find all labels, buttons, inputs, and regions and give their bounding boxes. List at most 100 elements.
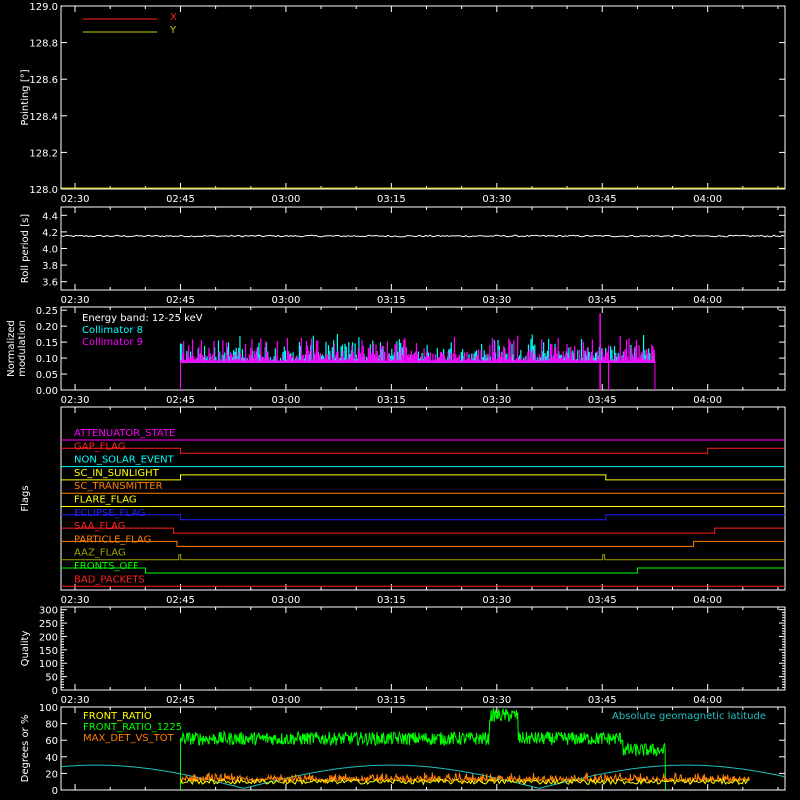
time-tick-label: 02:45	[166, 695, 195, 706]
time-tick-label: 02:45	[166, 295, 195, 306]
time-tick-label: 02:30	[61, 395, 90, 406]
flag-line-aaz_flag	[61, 554, 785, 561]
time-tick-label: 03:00	[272, 595, 301, 606]
legend-label-collimator: Collimator 8	[82, 325, 143, 336]
y-tick-label: 3.6	[42, 278, 58, 289]
time-tick-label: 03:00	[272, 194, 301, 205]
flag-label: FRONTS_OFF	[74, 561, 139, 572]
flag-label: SC_TRANSMITTER	[74, 481, 163, 492]
flag-label: FLARE_FLAG	[74, 495, 137, 506]
y-tick-label: 128.0	[29, 185, 58, 196]
flag-line-eclipse_flag	[61, 514, 785, 521]
flag-label: BAD_PACKETS	[74, 574, 145, 585]
time-tick-label: 03:30	[482, 395, 511, 406]
figure: 02:30 02:45 03:00 03:15 03:30 03:45 04:00 02:30…	[6, 2, 786, 797]
time-tick-label: 02:30	[61, 295, 90, 306]
y-tick-label: 50	[45, 673, 58, 684]
time-tick-label: 03:45	[588, 695, 617, 706]
y-tick-label: 80	[45, 720, 58, 731]
time-tick-label: 02:30	[61, 595, 90, 606]
time-tick-label: 03:00	[272, 395, 301, 406]
time-tick-label: 02:45	[166, 595, 195, 606]
y-tick-label: 0.05	[36, 370, 58, 381]
flag-label: SAA_FLAG	[74, 521, 125, 532]
y-axis-label: Roll period [s]	[20, 214, 31, 283]
modulation-bars	[179, 333, 655, 363]
time-tick-label: 03:15	[377, 595, 406, 606]
flag-label: GAP_FLAG	[74, 441, 126, 452]
time-tick-label: 03:15	[377, 194, 406, 205]
time-tick-label: 03:45	[588, 194, 617, 205]
time-tick-label: 03:15	[377, 395, 406, 406]
y-tick-label: 128.4	[29, 112, 58, 123]
y-tick-label: 3.8	[42, 261, 58, 272]
y-tick-label: 4.4	[42, 211, 58, 222]
time-tick-label: 02:45	[166, 194, 195, 205]
time-tick-label: 03:00	[272, 295, 301, 306]
flag-label: ATTENUATOR_STATE	[74, 428, 175, 439]
time-tick-label: 04:00	[693, 595, 722, 606]
energy-band-annotation: Energy band: 12-25 keV	[82, 313, 203, 324]
legend-label-ratio: MAX_DET_VS_TOT	[83, 733, 175, 744]
legend-label-ratio: FRONT_RATIO_1225	[83, 722, 182, 733]
time-tick-label: 03:15	[377, 295, 406, 306]
legend-label-X: X	[170, 12, 177, 23]
series-line-roll-period	[60, 234, 785, 238]
y-tick-label: 128.2	[29, 148, 58, 159]
time-tick-label: 03:00	[272, 695, 301, 706]
time-tick-label: 03:30	[482, 695, 511, 706]
time-tick-label: 04:00	[693, 395, 722, 406]
time-tick-label: 03:45	[588, 395, 617, 406]
y-tick-label: 100	[39, 703, 58, 714]
time-tick-label: 03:45	[588, 595, 617, 606]
time-tick-label: 03:30	[482, 295, 511, 306]
y-tick-label: 128.6	[29, 75, 58, 86]
time-tick-label: 03:30	[482, 595, 511, 606]
flag-line-fronts_off	[61, 567, 785, 574]
flag-label: ECLIPSE_FLAG	[74, 508, 145, 519]
time-tick-label: 04:00	[693, 695, 722, 706]
time-tick-label: 02:30	[61, 194, 90, 205]
y-tick-label: 60	[45, 736, 58, 747]
y-tick-label: 0.20	[36, 322, 58, 333]
y-axis-label: Degrees or %	[20, 715, 31, 783]
legend-label-collimator: Collimator 9	[82, 337, 143, 348]
time-tick-label: 03:45	[588, 295, 617, 306]
time-tick-label: 04:00	[693, 194, 722, 205]
flag-line-saa_flag	[61, 527, 785, 534]
flag-label: AAZ_FLAG	[74, 548, 126, 559]
flag-label: PARTICLE_FLAG	[74, 534, 151, 545]
panel-frame-1	[60, 206, 786, 291]
y-tick-label: 0.10	[36, 354, 58, 365]
y-tick-label: 4.2	[42, 228, 58, 239]
y-tick-label: 40	[45, 753, 58, 764]
y-tick-label: 20	[45, 769, 58, 780]
y-tick-label: 129.0	[29, 2, 58, 13]
y-tick-label: 200	[39, 632, 58, 643]
legend-label-ratio: FRONT_RATIO	[83, 711, 152, 722]
geomagnetic-latitude-annotation: Absolute geomagnetic latitude	[612, 711, 766, 722]
flag-line-particle_flag	[61, 540, 785, 547]
y-tick-label: 100	[39, 659, 58, 670]
y-tick-label: 250	[39, 619, 58, 630]
series-line-front-ratio-1225	[180, 707, 666, 791]
y-axis-label: Flags	[20, 485, 31, 511]
time-tick-label: 03:15	[377, 695, 406, 706]
y-axis-label: Pointing [°]	[20, 69, 31, 125]
time-tick-label: 03:30	[482, 194, 511, 205]
y-tick-label: 4.0	[42, 245, 58, 256]
y-tick-label: 128.8	[29, 39, 58, 50]
flag-label: NON_SOLAR_EVENT	[74, 455, 175, 466]
flag-line-sc_in_sunlight	[61, 474, 785, 481]
time-tick-label: 04:00	[693, 295, 722, 306]
y-tick-label: 0	[52, 686, 58, 697]
legend-label-Y: Y	[169, 25, 177, 36]
panel-frame-4	[60, 606, 786, 691]
flag-line-gap_flag	[61, 447, 785, 454]
y-tick-label: 0.00	[36, 386, 58, 397]
y-tick-label: 150	[39, 646, 58, 657]
time-tick-label: 02:45	[166, 395, 195, 406]
flag-label: SC_IN_SUNLIGHT	[74, 468, 160, 479]
y-tick-label: 0.25	[36, 306, 58, 317]
y-axis-label: Quality	[20, 631, 31, 667]
